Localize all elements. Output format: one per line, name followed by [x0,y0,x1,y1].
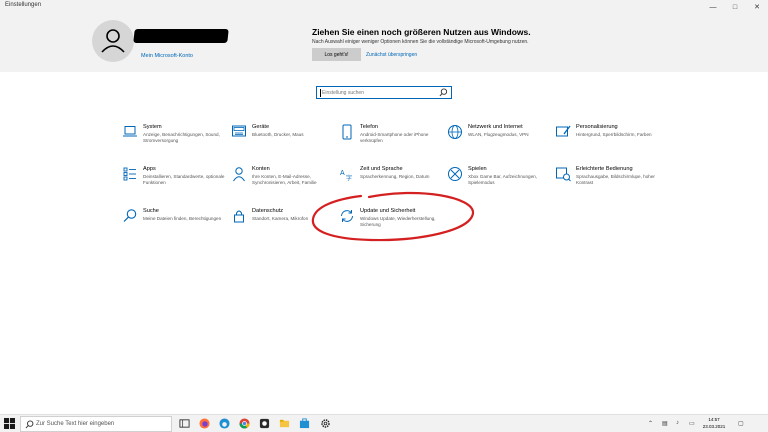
close-button[interactable]: ✕ [746,0,768,14]
volume-icon[interactable]: ♪ [676,420,679,426]
tray-overflow-icon[interactable]: ⌃ [648,420,653,427]
tile-description: Deinstallieren, Standardwerte, optionale… [143,174,225,186]
account-header: Mein Microsoft-Konto Ziehen Sie einen no… [0,14,768,72]
person-icon [101,29,125,53]
window-title: Einstellungen [5,2,42,8]
notification-center-icon[interactable]: ▢ [738,420,744,427]
tile-description: Xbox Game Bar, Aufzeichnungen, Spielemod… [468,174,537,186]
tile-gaming[interactable]: Spielen Xbox Game Bar, Aufzeichnungen, S… [447,166,559,202]
tile-description: Windows Update, Wiederherstellung, Siche… [360,216,436,228]
tile-description: Bluetooth, Drucker, Maus [252,132,304,137]
file-explorer-icon[interactable] [279,418,290,429]
sync-icon [341,210,353,222]
tile-title: Datenschutz [252,208,284,214]
tile-description: Hintergrund, Sperrbildschirm, Farben [576,132,652,137]
network-icon[interactable]: ▤ [662,420,668,427]
apps-icon [123,167,136,181]
person-icon [233,167,245,182]
tile-description: Meine Dateien finden, Berechtigungen [143,216,222,221]
tile-title: Geräte [252,124,270,130]
chrome-icon[interactable] [239,418,250,429]
microsoft-account-link[interactable]: Mein Microsoft-Konto [141,53,193,59]
app-icon-dark[interactable] [259,418,270,429]
task-view-icon[interactable] [179,418,190,429]
tile-description: Anzeige, Benachrichtigungen, Sound, Stro… [143,132,220,144]
promo-title: Ziehen Sie einen noch größeren Nutzen au… [312,27,531,37]
tile-title: Suche [143,208,159,214]
avatar[interactable] [92,20,134,62]
tile-title: Spielen [468,166,487,172]
tile-description: Spracherkennung, Region, Datum [360,174,430,179]
tile-devices[interactable]: Geräte Bluetooth, Drucker, Maus [231,124,343,160]
edge-icon[interactable] [219,418,230,429]
text-cursor [320,89,321,97]
tile-time-language[interactable]: A 字 Zeit und Sprache Spracherkennung, Re… [339,166,451,202]
tile-description: WLAN, Flugzeugmodus, VPN [468,132,529,137]
get-started-button[interactable]: Los geht's! [312,48,361,61]
clock-date: 23.03.2021 [702,423,726,429]
xbox-icon [448,167,462,181]
svg-text:字: 字 [346,174,352,182]
taskbar: Zur Suche Text hier eingeben ⌃ ▤ ♪ ▭ 14:… [0,414,768,432]
maximize-button[interactable]: □ [724,0,746,14]
taskbar-clock[interactable]: 14:57 23.03.2021 [702,417,726,430]
search-icon [25,420,34,429]
taskbar-search-box[interactable]: Zur Suche Text hier eingeben [20,416,172,432]
redacted-username [133,29,229,43]
tile-search[interactable]: Suche Meine Dateien finden, Berechtigung… [122,208,234,244]
search-icon[interactable] [439,88,448,97]
lock-icon [234,210,244,223]
tile-title: Update und Sicherheit [360,208,416,214]
phone-icon [342,124,352,140]
tile-title: Erleichterte Bedienung [576,166,633,172]
tile-title: Telefon [360,124,379,130]
tile-description: Ihre Konten, E-Mail-Adresse, Synchronisi… [252,174,317,186]
tile-description: Android-Smartphone oder iPhone verknüpfe… [360,132,429,144]
tile-title: System [143,124,162,130]
settings-window: Einstellungen — □ ✕ Mein Microsoft-Konto… [0,0,768,432]
settings-gear-icon[interactable] [320,418,331,429]
tile-description: Sprachausgabe, Bildschirmlupe, hoher Kon… [576,174,655,186]
accessibility-icon [556,167,571,182]
title-bar: Einstellungen — □ ✕ [0,0,768,14]
tile-title: Konten [252,166,270,172]
laptop-icon [123,126,137,137]
globe-icon [448,125,462,139]
firefox-icon[interactable] [199,418,210,429]
tile-personalization[interactable]: Personalisierung Hintergrund, Sperrbilds… [555,124,667,160]
search-icon [123,209,137,222]
time-language-icon: A 字 [340,170,352,182]
tile-title: Apps [143,166,156,172]
taskbar-search-text: Zur Suche Text hier eingeben [36,421,115,427]
search-placeholder: Einstellung suchen [322,90,364,96]
settings-search-input[interactable]: Einstellung suchen [316,86,452,99]
tile-description: Standort, Kamera, Mikrofon [252,216,309,221]
keyboard-icon [232,125,246,137]
tile-phone[interactable]: Telefon Android-Smartphone oder iPhone v… [339,124,451,160]
tile-title: Zeit und Sprache [360,166,403,172]
store-icon[interactable] [299,418,310,429]
tile-system[interactable]: System Anzeige, Benachrichtigungen, Soun… [122,124,234,160]
tile-title: Personalisierung [576,124,618,130]
brush-icon [556,125,571,137]
promo-subtitle: Nach Auswahl einiger weniger Optionen kö… [312,39,529,45]
battery-icon[interactable]: ▭ [689,420,695,427]
skip-link[interactable]: Zunächst überspringen [366,52,417,58]
tile-accounts[interactable]: Konten Ihre Konten, E-Mail-Adresse, Sync… [231,166,343,202]
tile-ease-of-access[interactable]: Erleichterte Bedienung Sprachausgabe, Bi… [555,166,667,202]
tile-title: Netzwerk und Internet [468,124,523,130]
tile-update-security[interactable]: Update und Sicherheit Windows Update, Wi… [339,208,451,244]
tile-network[interactable]: Netzwerk und Internet WLAN, Flugzeugmodu… [447,124,559,160]
windows-start-icon[interactable] [4,418,15,429]
svg-text:A: A [340,170,345,177]
tile-privacy[interactable]: Datenschutz Standort, Kamera, Mikrofon [231,208,343,244]
minimize-button[interactable]: — [702,0,724,14]
tile-apps[interactable]: Apps Deinstallieren, Standardwerte, opti… [122,166,234,202]
